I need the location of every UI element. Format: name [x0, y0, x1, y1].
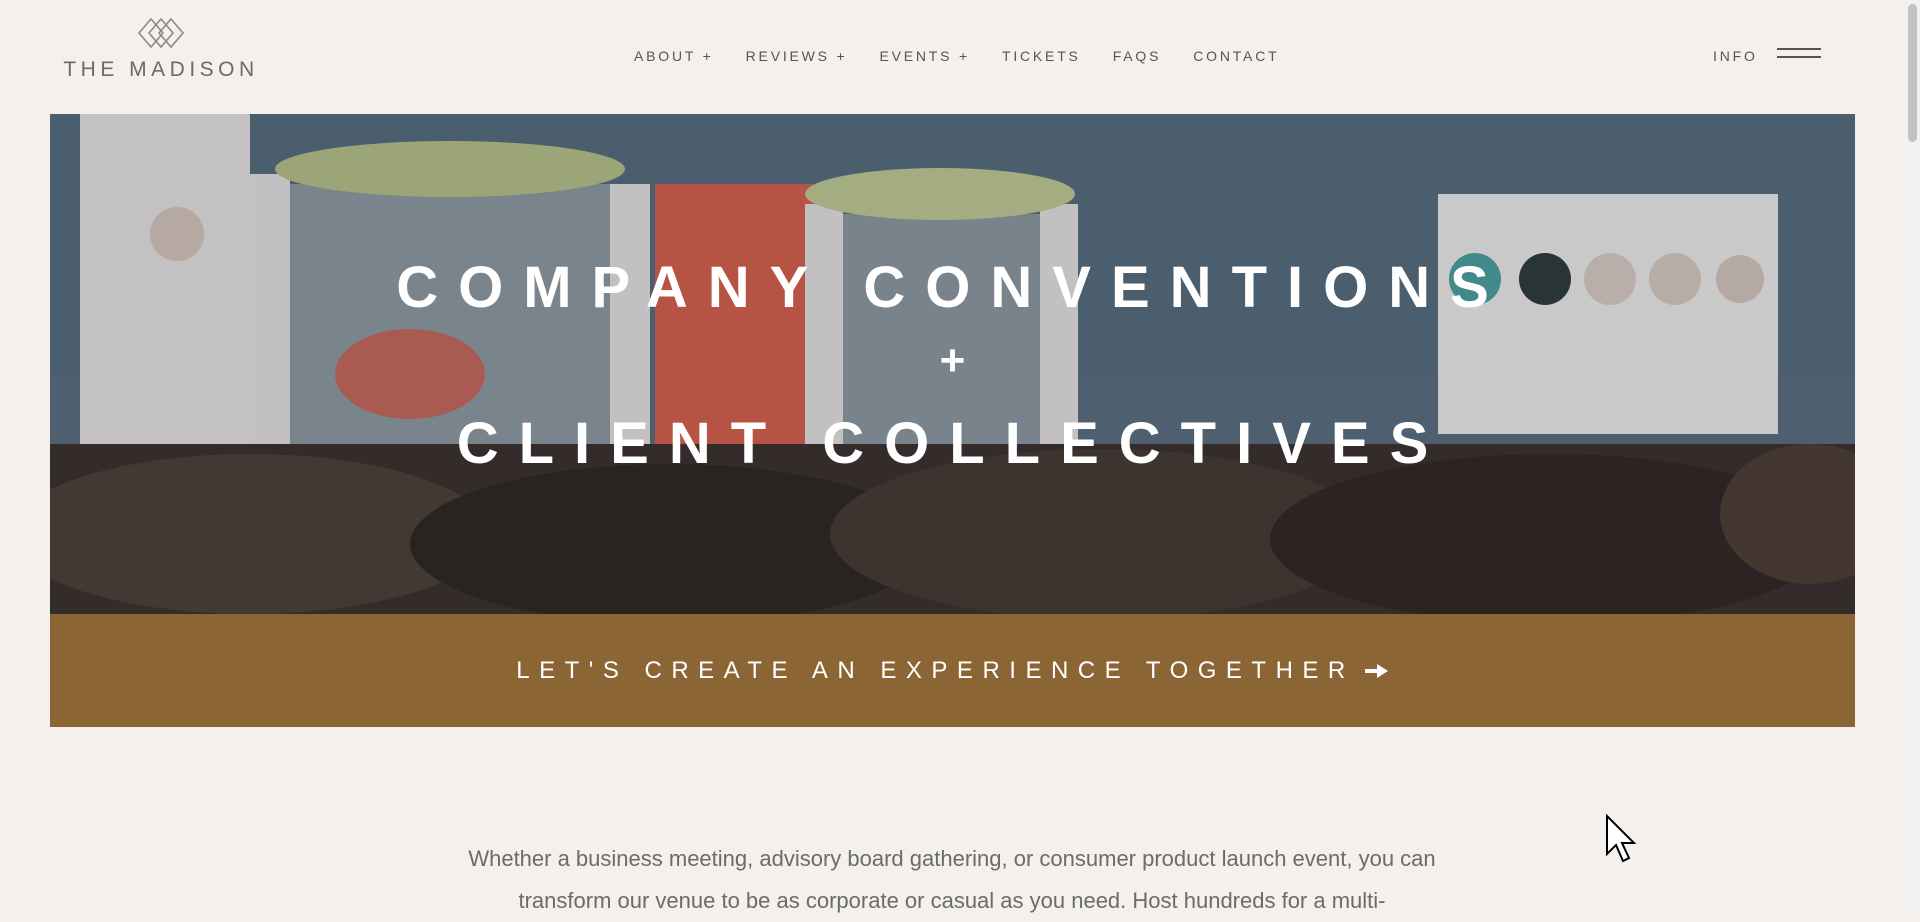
site-logo[interactable]: THE MADISON [58, 16, 264, 100]
hero-banner: COMPANY CONVENTIONS + CLIENT COLLECTIVES [50, 114, 1855, 614]
intro-paragraph: Whether a business meeting, advisory boa… [468, 846, 1436, 913]
nav-about[interactable]: ABOUT + [634, 48, 714, 64]
site-header: THE MADISON ABOUT + REVIEWS + EVENTS + T… [0, 0, 1920, 114]
cta-banner-button[interactable]: LET'S CREATE AN EXPERIENCE TOGETHER [50, 614, 1855, 727]
nav-contact[interactable]: CONTACT [1193, 48, 1279, 64]
main-nav: ABOUT + REVIEWS + EVENTS + TICKETS FAQS … [634, 48, 1279, 64]
cta-label: LET'S CREATE AN EXPERIENCE TOGETHER [516, 656, 1355, 684]
hero-title-line1: COMPANY CONVENTIONS [396, 255, 1509, 320]
nav-events[interactable]: EVENTS + [879, 48, 969, 64]
scrollbar-thumb[interactable] [1908, 4, 1917, 142]
arrow-right-icon [1364, 663, 1388, 678]
diamond-logo-icon [137, 17, 185, 49]
nav-reviews[interactable]: REVIEWS + [746, 48, 848, 64]
hero-title-plus: + [939, 336, 966, 385]
info-link[interactable]: INFO [1713, 48, 1758, 64]
nav-tickets[interactable]: TICKETS [1002, 48, 1081, 64]
logo-text: THE MADISON [63, 58, 259, 81]
hero-title-line2: CLIENT COLLECTIVES [456, 411, 1449, 476]
page-scrollbar[interactable] [1905, 0, 1920, 911]
hamburger-icon[interactable] [1777, 47, 1821, 61]
nav-faqs[interactable]: FAQS [1113, 48, 1162, 64]
mouse-cursor-icon [1606, 814, 1637, 863]
